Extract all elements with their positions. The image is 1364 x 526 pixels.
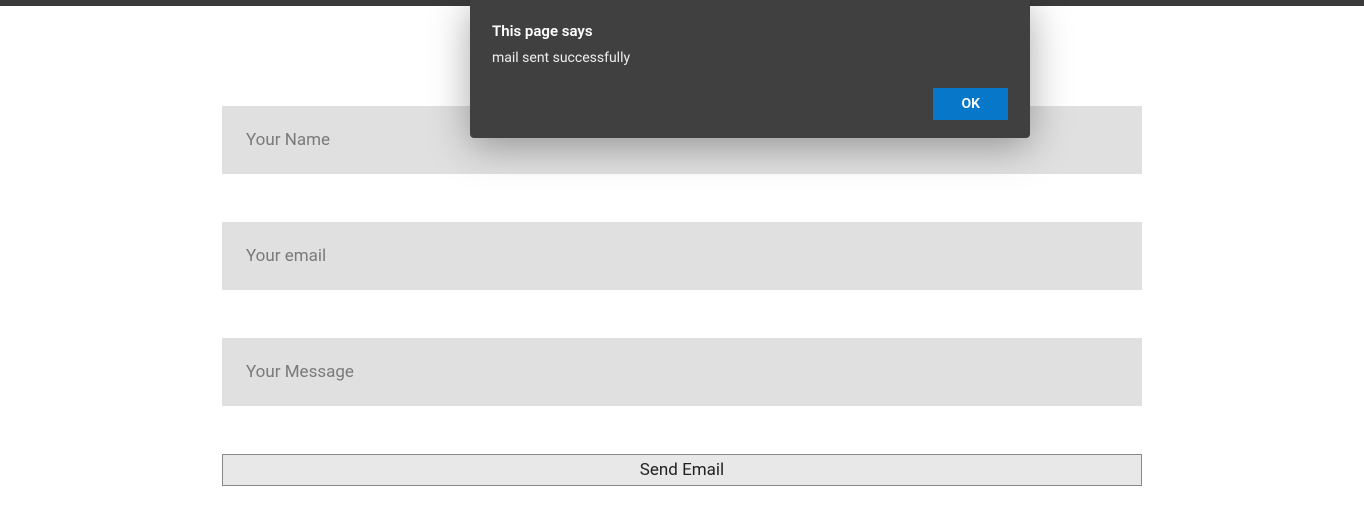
dialog-title: This page says (492, 22, 1008, 40)
alert-dialog: This page says mail sent successfully OK (470, 0, 1030, 138)
send-email-button[interactable]: Send Email (222, 454, 1142, 486)
dialog-message: mail sent successfully (492, 50, 1008, 66)
dialog-actions: OK (492, 88, 1008, 120)
contact-form: Send Email (222, 106, 1142, 486)
ok-button[interactable]: OK (933, 88, 1008, 120)
message-input[interactable] (222, 338, 1142, 406)
email-input[interactable] (222, 222, 1142, 290)
